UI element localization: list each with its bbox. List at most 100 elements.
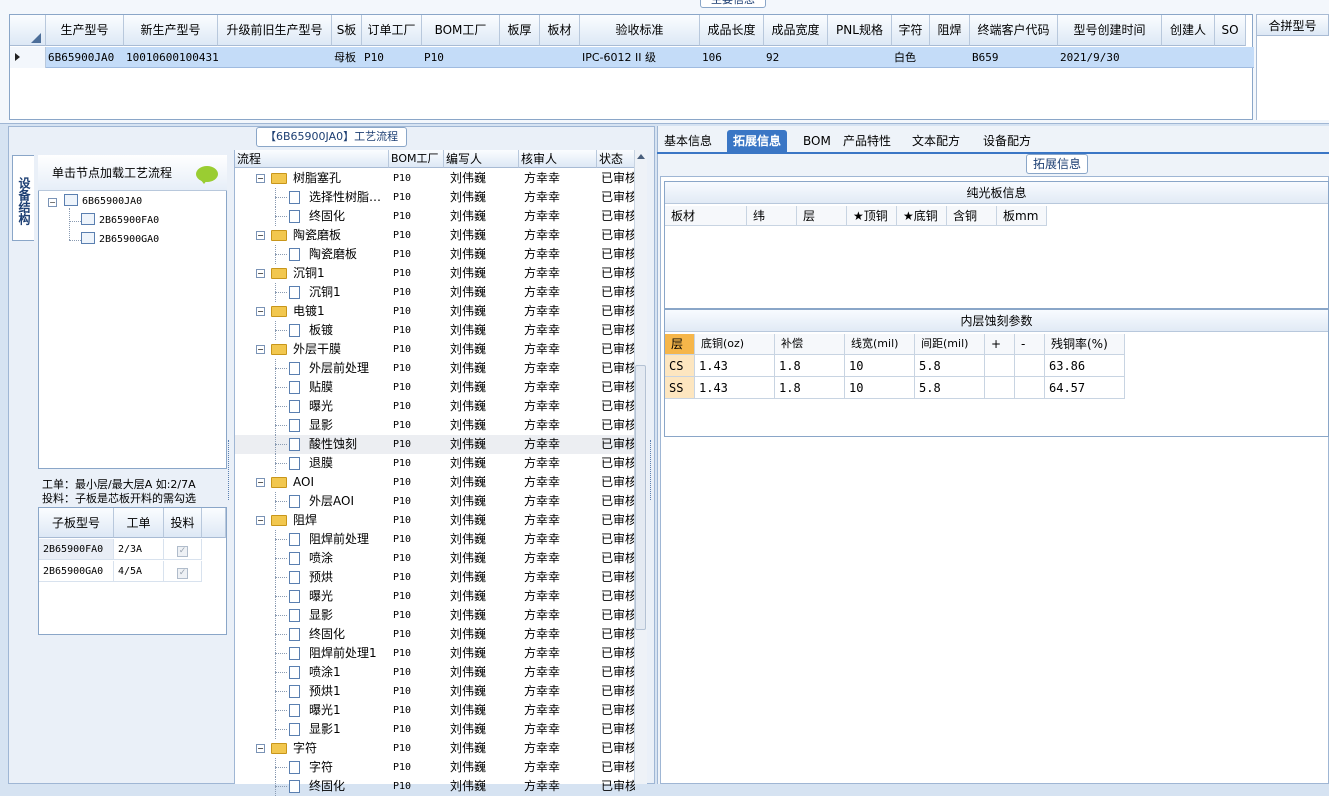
process-row[interactable]: 喷涂 P10 刘伟巍 方幸幸 已审核 xyxy=(235,549,635,568)
etch-cell-residual-copper[interactable]: 63.86 xyxy=(1045,355,1125,377)
process-name-cell[interactable]: 陶瓷磨板 xyxy=(235,245,389,264)
status-cell[interactable]: 已审核 xyxy=(601,682,635,701)
column-header-line-width[interactable]: 线宽(mil) xyxy=(845,334,915,355)
column-header-width[interactable]: 成品宽度 xyxy=(764,15,828,46)
etch-cell-line-width[interactable]: 10 xyxy=(845,355,915,377)
bom-factory-cell[interactable]: P10 xyxy=(393,435,445,454)
bom-factory-cell[interactable]: P10 xyxy=(393,359,445,378)
bom-factory-cell[interactable]: P10 xyxy=(393,720,445,739)
status-cell[interactable]: 已审核 xyxy=(601,226,635,245)
column-header-s-board[interactable]: S板 xyxy=(332,15,362,46)
reviewer-cell[interactable]: 方幸幸 xyxy=(524,663,594,682)
status-cell[interactable]: 已审核 xyxy=(601,568,635,587)
tree-node-child[interactable]: 2B65900FA0 xyxy=(81,213,159,229)
process-name-cell[interactable]: − 陶瓷磨板 xyxy=(235,226,389,245)
process-row[interactable]: 沉铜1 P10 刘伟巍 方幸幸 已审核 xyxy=(235,283,635,302)
etch-cell-line-width[interactable]: 10 xyxy=(845,377,915,399)
reviewer-cell[interactable]: 方幸幸 xyxy=(524,226,594,245)
bom-factory-cell[interactable]: P10 xyxy=(393,530,445,549)
cell-width[interactable]: 92 xyxy=(764,47,828,68)
writer-cell[interactable]: 刘伟巍 xyxy=(450,321,520,340)
writer-cell[interactable]: 刘伟巍 xyxy=(450,416,520,435)
process-name-cell[interactable]: 终固化 xyxy=(235,625,389,644)
status-cell[interactable]: 已审核 xyxy=(601,739,635,758)
cell-old-model[interactable] xyxy=(218,47,332,68)
column-header-solder[interactable]: 阻焊 xyxy=(930,15,970,46)
status-cell[interactable]: 已审核 xyxy=(601,701,635,720)
bom-factory-cell[interactable]: P10 xyxy=(393,663,445,682)
writer-cell[interactable]: 刘伟巍 xyxy=(450,663,520,682)
process-name-cell[interactable]: 预烘1 xyxy=(235,682,389,701)
cell-pnl[interactable] xyxy=(828,47,892,68)
column-header[interactable]: 投料 xyxy=(164,508,202,538)
writer-cell[interactable]: 刘伟巍 xyxy=(450,568,520,587)
writer-cell[interactable]: 刘伟巍 xyxy=(450,606,520,625)
reviewer-cell[interactable]: 方幸幸 xyxy=(524,397,594,416)
process-name-cell[interactable]: 贴膜 xyxy=(235,378,389,397)
writer-cell[interactable]: 刘伟巍 xyxy=(450,207,520,226)
column-header-writer[interactable]: 编写人 xyxy=(444,150,519,168)
column-header-status[interactable]: 状态 xyxy=(597,150,635,168)
writer-cell[interactable]: 刘伟巍 xyxy=(450,492,520,511)
process-name-cell[interactable]: 显影 xyxy=(235,416,389,435)
status-cell[interactable]: 已审核 xyxy=(601,188,635,207)
tab-basic-info[interactable]: 基本信息 xyxy=(658,130,718,152)
bom-factory-cell[interactable]: P10 xyxy=(393,758,445,777)
reviewer-cell[interactable]: 方幸幸 xyxy=(524,321,594,340)
collapse-icon[interactable]: − xyxy=(256,307,265,316)
column-header[interactable]: 板mm xyxy=(997,206,1047,226)
writer-cell[interactable]: 刘伟巍 xyxy=(450,530,520,549)
status-cell[interactable]: 已审核 xyxy=(601,264,635,283)
tab-extended-info[interactable]: 拓展信息 xyxy=(727,130,788,152)
bom-factory-cell[interactable]: P10 xyxy=(393,511,445,530)
status-cell[interactable]: 已审核 xyxy=(601,549,635,568)
status-cell[interactable]: 已审核 xyxy=(601,302,635,321)
bom-factory-cell[interactable]: P10 xyxy=(393,188,445,207)
reviewer-cell[interactable]: 方幸幸 xyxy=(524,568,594,587)
writer-cell[interactable]: 刘伟巍 xyxy=(450,188,520,207)
reviewer-cell[interactable]: 方幸幸 xyxy=(524,511,594,530)
cell-thickness[interactable] xyxy=(500,47,540,68)
column-header-minus[interactable]: - xyxy=(1015,334,1045,355)
writer-cell[interactable]: 刘伟巍 xyxy=(450,625,520,644)
status-cell[interactable]: 已审核 xyxy=(601,207,635,226)
reviewer-cell[interactable]: 方幸幸 xyxy=(524,777,594,796)
column-header-layer[interactable]: 层 xyxy=(665,334,695,355)
reviewer-cell[interactable]: 方幸幸 xyxy=(524,473,594,492)
bom-factory-cell[interactable]: P10 xyxy=(393,321,445,340)
status-cell[interactable]: 已审核 xyxy=(601,321,635,340)
status-cell[interactable]: 已审核 xyxy=(601,397,635,416)
writer-cell[interactable]: 刘伟巍 xyxy=(450,587,520,606)
cell-so[interactable] xyxy=(1215,47,1246,68)
etch-cell-compensation[interactable]: 1.8 xyxy=(775,377,845,399)
etch-cell-plus[interactable] xyxy=(985,377,1015,399)
writer-cell[interactable]: 刘伟巍 xyxy=(450,226,520,245)
tree-node-child[interactable]: 2B65900GA0 xyxy=(81,232,159,248)
cell-length[interactable]: 106 xyxy=(700,47,764,68)
side-tab-equipment-structure[interactable]: 设备结构 xyxy=(12,155,34,241)
reviewer-cell[interactable]: 方幸幸 xyxy=(524,549,594,568)
process-name-cell[interactable]: 喷涂 xyxy=(235,549,389,568)
splitter-handle[interactable] xyxy=(228,440,232,500)
column-header-pnl[interactable]: PNL规格 xyxy=(828,15,892,46)
bom-factory-cell[interactable]: P10 xyxy=(393,473,445,492)
column-header-old-model[interactable]: 升级前旧生产型号 xyxy=(218,15,332,46)
process-name-cell[interactable]: 喷涂1 xyxy=(235,663,389,682)
cell-solder[interactable] xyxy=(930,47,970,68)
process-row[interactable]: 板镀 P10 刘伟巍 方幸幸 已审核 xyxy=(235,321,635,340)
process-name-cell[interactable]: − AOI xyxy=(235,473,389,492)
status-cell[interactable]: 已审核 xyxy=(601,644,635,663)
process-row[interactable]: 退膜 P10 刘伟巍 方幸幸 已审核 xyxy=(235,454,635,473)
process-row[interactable]: − 陶瓷磨板 P10 刘伟巍 方幸幸 已审核 xyxy=(235,226,635,245)
writer-cell[interactable]: 刘伟巍 xyxy=(450,245,520,264)
column-header-compensation[interactable]: 补偿 xyxy=(775,334,845,355)
bom-factory-cell[interactable]: P10 xyxy=(393,207,445,226)
splitter-handle[interactable] xyxy=(650,440,654,500)
process-row[interactable]: − 字符 P10 刘伟巍 方幸幸 已审核 xyxy=(235,739,635,758)
collapse-icon[interactable]: − xyxy=(256,345,265,354)
column-header[interactable]: 子板型号 xyxy=(39,508,114,538)
process-row[interactable]: 曝光 P10 刘伟巍 方幸幸 已审核 xyxy=(235,587,635,606)
reviewer-cell[interactable]: 方幸幸 xyxy=(524,720,594,739)
column-header-creator[interactable]: 创建人 xyxy=(1162,15,1215,46)
collapse-icon[interactable]: − xyxy=(256,174,265,183)
